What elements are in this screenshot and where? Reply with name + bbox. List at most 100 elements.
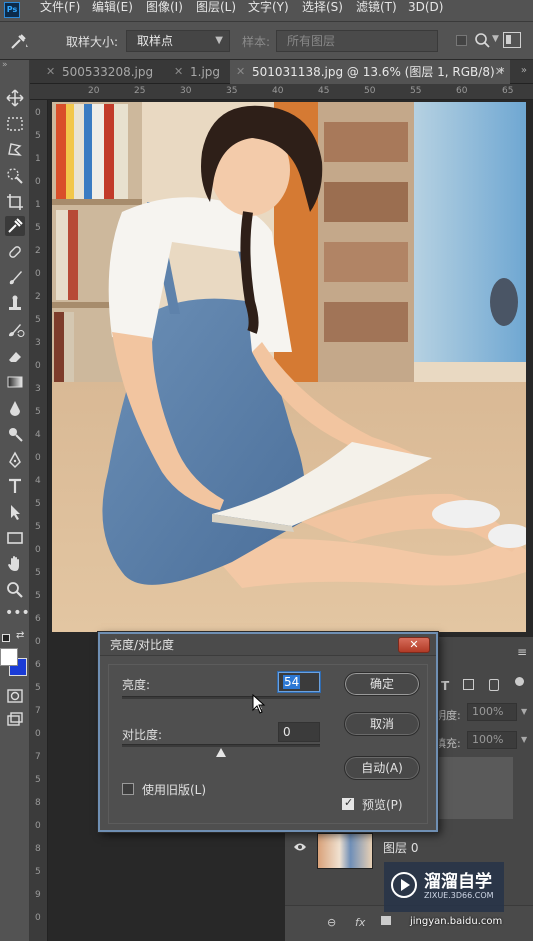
- ruler-tick: 5: [35, 591, 41, 601]
- eyedropper-tool-icon[interactable]: [8, 31, 30, 51]
- close-button[interactable]: ✕: [398, 637, 430, 653]
- ruler-tick: 5: [35, 522, 41, 532]
- sample-layers-value: 所有图层: [287, 34, 336, 48]
- close-icon[interactable]: ✕: [495, 60, 504, 84]
- tab-1jpg[interactable]: ✕ 1.jpg: [168, 60, 230, 84]
- zoom-tool-icon[interactable]: [5, 580, 25, 600]
- tab-label: 1.jpg: [190, 65, 221, 79]
- tab-label: 501031138.jpg @ 13.6% (图层 1, RGB/8) *: [252, 65, 505, 79]
- crop-tool-icon[interactable]: [5, 192, 25, 212]
- text-filter-icon[interactable]: T: [441, 679, 449, 693]
- screen-mode-icon[interactable]: [5, 710, 25, 730]
- chevron-down-icon[interactable]: ▼: [521, 707, 527, 716]
- type-tool-icon[interactable]: [5, 476, 25, 496]
- menu-select[interactable]: 选择(S): [302, 0, 343, 20]
- menu-filter[interactable]: 滤镜(T): [356, 0, 397, 20]
- menu-layer[interactable]: 图层(L): [196, 0, 236, 20]
- dodge-tool-icon[interactable]: [5, 424, 25, 444]
- menu-type[interactable]: 文字(Y): [248, 0, 289, 20]
- menu-edit[interactable]: 编辑(E): [92, 0, 133, 20]
- fill-label: 填充:: [435, 737, 461, 750]
- ruler-tick: 35: [226, 86, 238, 96]
- quick-select-tool-icon[interactable]: [5, 166, 25, 186]
- menu-file[interactable]: 文件(F): [40, 0, 80, 20]
- ruler-tick: 0: [35, 108, 41, 118]
- menu-3d[interactable]: 3D(D): [408, 0, 443, 20]
- fill-value: 100%: [472, 733, 504, 746]
- path-selection-icon[interactable]: [5, 502, 25, 522]
- tab-500533208[interactable]: ✕ 500533208.jpg: [40, 60, 168, 84]
- panel-menu-icon[interactable]: ≡: [517, 645, 527, 659]
- chevron-down-icon[interactable]: ▼: [521, 735, 527, 744]
- eraser-tool-icon[interactable]: [5, 346, 25, 366]
- visibility-eye-icon[interactable]: [293, 841, 307, 851]
- chevron-down-icon[interactable]: ▼: [492, 34, 499, 44]
- marquee-tool-icon[interactable]: [5, 114, 25, 134]
- eyedropper-tool-icon[interactable]: [5, 216, 25, 236]
- close-icon[interactable]: ✕: [174, 60, 183, 84]
- clone-stamp-icon[interactable]: [5, 294, 25, 314]
- document-photo[interactable]: [52, 102, 526, 632]
- fx-icon[interactable]: fx: [355, 916, 365, 929]
- ruler-tick: 9: [35, 890, 41, 900]
- preview-label: 预览(P): [362, 798, 403, 812]
- panel-collapse-icon[interactable]: »: [2, 60, 8, 70]
- preview-checkbox[interactable]: [342, 796, 354, 810]
- watermark-url: ZIXUE.3D66.COM: [424, 891, 494, 900]
- ruler-tick: 20: [88, 86, 100, 96]
- source-watermark: jingyan.baidu.com: [410, 916, 503, 927]
- contrast-slider-track[interactable]: [122, 744, 320, 747]
- quick-mask-icon[interactable]: [5, 686, 25, 706]
- ruler-tick: 5: [35, 867, 41, 877]
- menu-image[interactable]: 图像(I): [146, 0, 183, 20]
- tab-501031138[interactable]: ✕ 501031138.jpg @ 13.6% (图层 1, RGB/8) * …: [230, 60, 510, 84]
- mask-icon[interactable]: [381, 916, 391, 925]
- ruler-tick: 3: [35, 338, 41, 348]
- show-ring-checkbox[interactable]: [456, 35, 467, 46]
- brightness-input[interactable]: 54: [278, 672, 320, 692]
- ruler-tick: 55: [410, 86, 422, 96]
- search-icon[interactable]: [474, 32, 490, 48]
- close-icon[interactable]: ✕: [46, 60, 55, 84]
- watermark-logo: 溜溜自学 ZIXUE.3D66.COM: [384, 862, 504, 912]
- ruler-tick: 5: [35, 683, 41, 693]
- fill-input[interactable]: 100%: [467, 731, 517, 749]
- default-colors-icon[interactable]: [2, 634, 10, 642]
- move-tool-icon[interactable]: [5, 88, 25, 108]
- close-icon[interactable]: ✕: [236, 60, 245, 84]
- rectangle-tool-icon[interactable]: [5, 528, 25, 548]
- history-brush-icon[interactable]: [5, 320, 25, 340]
- hand-tool-icon[interactable]: [5, 554, 25, 574]
- brush-tool-icon[interactable]: [5, 268, 25, 288]
- more-tools-icon[interactable]: •••: [5, 606, 30, 626]
- ruler-tick: 4: [35, 476, 41, 486]
- sample-layers-select[interactable]: 所有图层: [276, 30, 438, 52]
- cancel-button[interactable]: 取消: [344, 712, 420, 736]
- ruler-tick: 5: [35, 775, 41, 785]
- gradient-tool-icon[interactable]: [5, 372, 25, 392]
- pen-tool-icon[interactable]: [5, 450, 25, 470]
- blur-tool-icon[interactable]: [5, 398, 25, 418]
- healing-brush-icon[interactable]: [5, 242, 25, 262]
- shape-filter-icon[interactable]: [463, 679, 474, 690]
- workspace-icon[interactable]: [503, 32, 521, 48]
- smart-object-filter-icon[interactable]: [489, 679, 499, 691]
- brightness-slider-track[interactable]: [122, 696, 320, 699]
- contrast-input[interactable]: 0: [278, 722, 320, 742]
- tab-overflow-icon[interactable]: »: [521, 65, 527, 76]
- sample-size-select[interactable]: 取样点 ▼: [126, 30, 230, 52]
- lasso-tool-icon[interactable]: [5, 140, 25, 160]
- brightness-contrast-dialog: 亮度/对比度 ✕ 亮度: 54 对比度: 0 使用旧版(L) 确定 取消 自动(: [98, 632, 438, 832]
- swap-colors-icon[interactable]: ⇄: [16, 630, 24, 641]
- ruler-tick: 6: [35, 614, 41, 624]
- legacy-checkbox[interactable]: [122, 783, 134, 795]
- auto-button[interactable]: 自动(A): [344, 756, 420, 780]
- filter-toggle-icon[interactable]: [515, 677, 524, 686]
- link-layers-icon[interactable]: ⊖: [327, 916, 336, 929]
- foreground-color-swatch[interactable]: [0, 648, 18, 666]
- opacity-input[interactable]: 100%: [467, 703, 517, 721]
- ruler-tick: 3: [35, 384, 41, 394]
- ok-button[interactable]: 确定: [344, 672, 420, 696]
- contrast-slider-thumb[interactable]: [216, 748, 226, 757]
- ruler-tick: 0: [35, 361, 41, 371]
